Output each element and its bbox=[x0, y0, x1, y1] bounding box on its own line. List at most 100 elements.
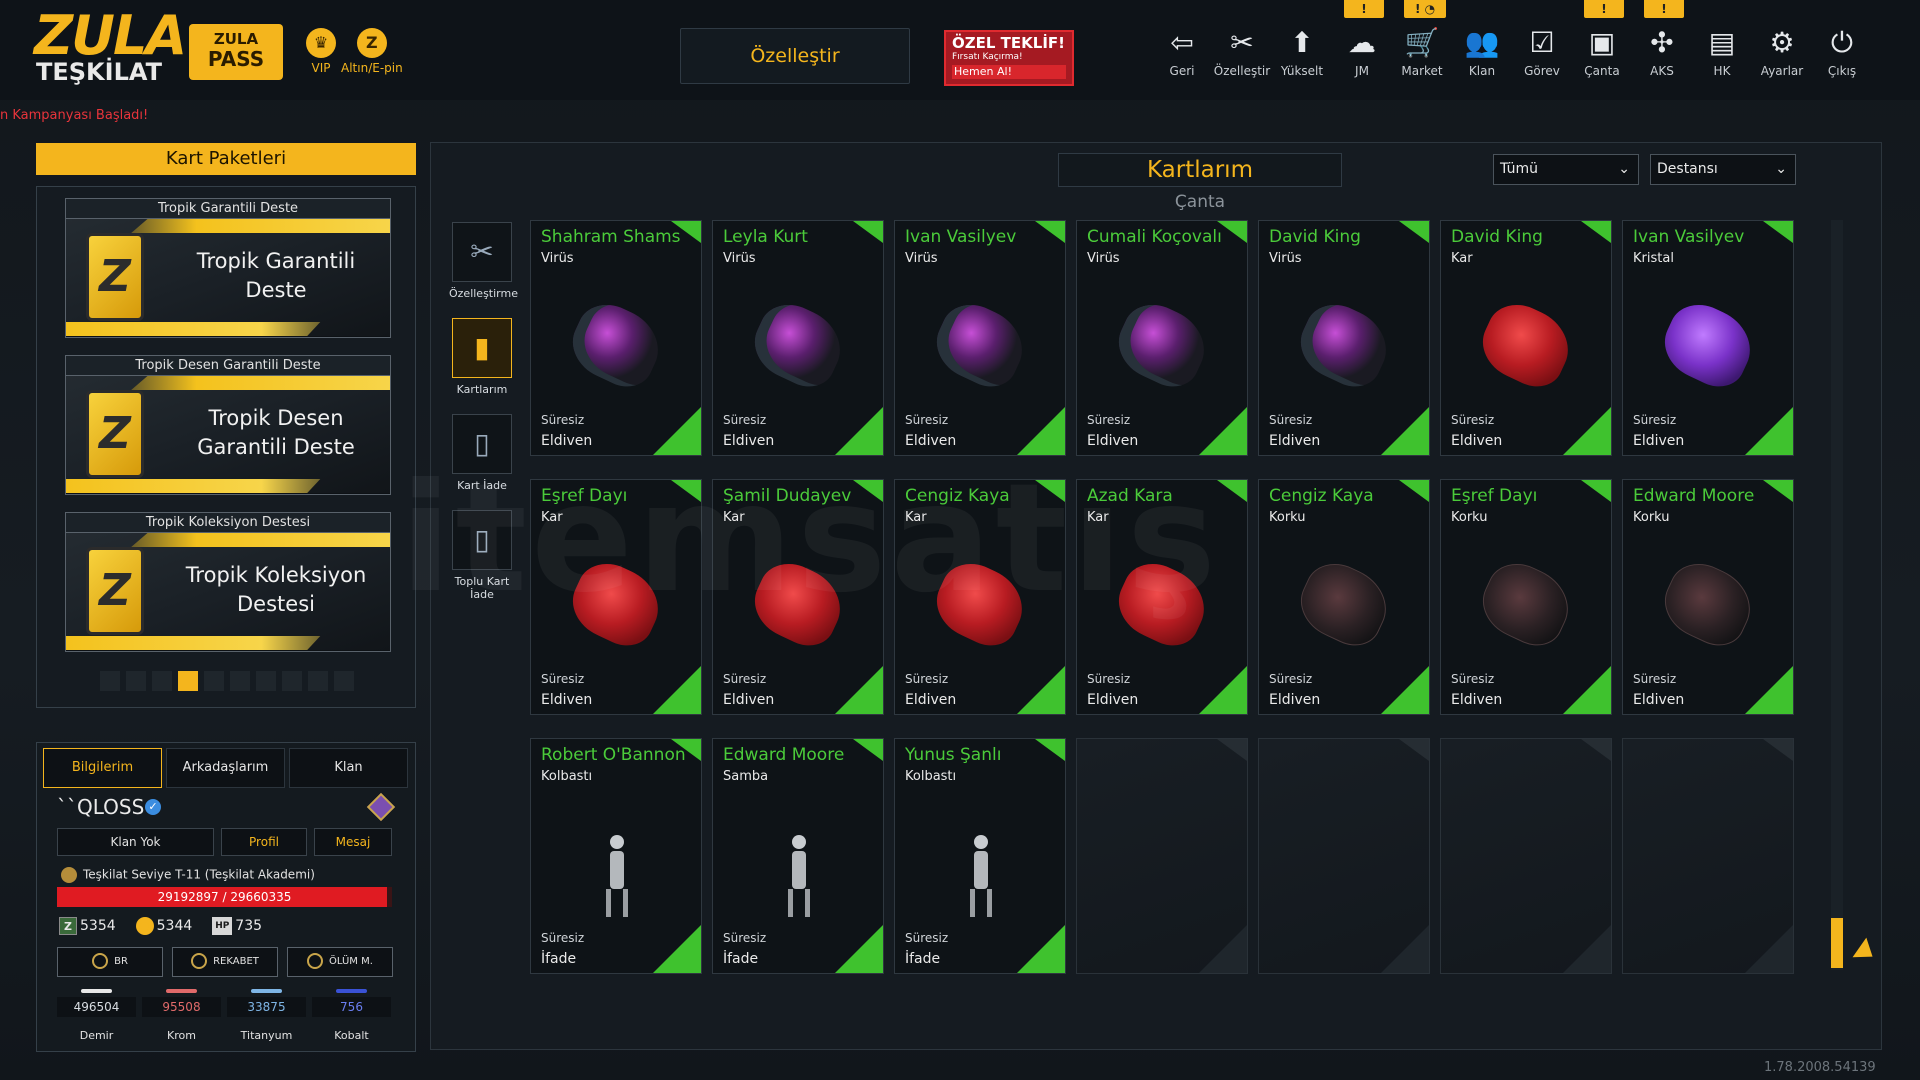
item-card[interactable]: Leyla Kurt Virüs Süresiz Eldiven bbox=[712, 220, 884, 456]
card-item-type: Eldiven bbox=[541, 433, 593, 449]
item-card[interactable]: Edward Moore Samba Süresiz İfade bbox=[712, 738, 884, 974]
message-button[interactable]: Mesaj bbox=[314, 828, 392, 856]
card-category: Kar bbox=[1451, 251, 1473, 266]
scrollbar-track[interactable] bbox=[1831, 220, 1843, 970]
nav-tools[interactable]: ✂ Özelleştir bbox=[1214, 24, 1270, 78]
item-card[interactable]: Edward Moore Korku Süresiz Eldiven bbox=[1622, 479, 1794, 715]
pack-page-dot[interactable] bbox=[256, 671, 276, 691]
tool-label: Kartlarım bbox=[456, 383, 508, 396]
xp-text: 29192897 / 29660335 bbox=[157, 890, 292, 904]
gold-coin-balance: ● 5344 bbox=[135, 917, 192, 935]
card-item-type: Eldiven bbox=[905, 433, 957, 449]
item-card[interactable]: Robert O'Bannon Kolbastı Süresiz İfade bbox=[530, 738, 702, 974]
nav-clan[interactable]: 👥 Klan bbox=[1454, 24, 1510, 78]
filter-type-dropdown[interactable]: Tümü ⌄ bbox=[1493, 154, 1639, 185]
special-offer-button[interactable]: ÖZEL TEKLİF! Fırsatı Kaçırma! Hemen Al! bbox=[944, 30, 1074, 86]
tab-bilgilerim[interactable]: Bilgilerim bbox=[43, 748, 162, 788]
mode-br-button[interactable]: BR bbox=[57, 947, 163, 977]
scrollbar-thumb[interactable] bbox=[1831, 918, 1843, 968]
pack-stripe bbox=[66, 322, 321, 336]
card-duration: Süresiz bbox=[905, 931, 949, 945]
card-duration: Süresiz bbox=[1633, 413, 1677, 427]
pack-page-dot[interactable] bbox=[230, 671, 250, 691]
pack-page-dot[interactable] bbox=[308, 671, 328, 691]
card-item-type: Eldiven bbox=[1451, 692, 1503, 708]
nav-coins[interactable]: ☁ JM bbox=[1334, 24, 1390, 78]
material-color-bar bbox=[251, 989, 282, 993]
pack-tropik-garantili[interactable]: Tropik Garantili Deste Z Tropik Garantil… bbox=[65, 198, 391, 338]
card-rarity-triangle bbox=[1745, 925, 1793, 973]
card-rarity-triangle bbox=[653, 925, 701, 973]
item-card[interactable]: Ivan Vasilyev Kristal Süresiz Eldiven bbox=[1622, 220, 1794, 456]
nav-power[interactable]: ⏻ Çıkış bbox=[1814, 24, 1870, 78]
tab-arkadaslarim[interactable]: Arkadaşlarım bbox=[166, 748, 285, 788]
nav-back[interactable]: ⇦ Geri bbox=[1154, 24, 1210, 78]
nav-upgrade[interactable]: ⬆ Yükselt bbox=[1274, 24, 1330, 78]
pack-tropik-desen-garantili[interactable]: Tropik Desen Garantili Deste Z Tropik De… bbox=[65, 355, 391, 495]
card-duration: Süresiz bbox=[905, 413, 949, 427]
card-character-name: Eşref Dayı bbox=[1451, 486, 1538, 506]
mode-buttons: BR REKABET ÖLÜM M. bbox=[57, 947, 393, 977]
item-card[interactable]: Eşref Dayı Korku Süresiz Eldiven bbox=[1440, 479, 1612, 715]
mode-olum-button[interactable]: ÖLÜM M. bbox=[287, 947, 393, 977]
pack-page-dot[interactable] bbox=[100, 671, 120, 691]
profile-button[interactable]: Profil bbox=[221, 828, 307, 856]
vip-button[interactable]: ♛ VIP bbox=[306, 28, 336, 75]
pack-stripe bbox=[66, 479, 321, 493]
tab-klan[interactable]: Klan bbox=[289, 748, 408, 788]
item-card[interactable]: Yunus Şanlı Kolbastı Süresiz İfade bbox=[894, 738, 1066, 974]
pack-page-dot[interactable] bbox=[204, 671, 224, 691]
aks-icon: ✣ bbox=[1650, 26, 1674, 59]
offer-title: ÖZEL TEKLİF! bbox=[952, 34, 1065, 52]
card-rarity-triangle bbox=[1017, 925, 1065, 973]
card-item-type: İfade bbox=[541, 951, 577, 967]
item-card[interactable]: Cengiz Kaya Korku Süresiz Eldiven bbox=[1258, 479, 1430, 715]
customize-button[interactable]: Özelleştir bbox=[680, 28, 910, 84]
gold-epin-button[interactable]: Z Altın/E-pin bbox=[341, 28, 403, 75]
filter-rarity-value: Destansı bbox=[1657, 161, 1718, 177]
item-card[interactable]: David King Virüs Süresiz Eldiven bbox=[1258, 220, 1430, 456]
nav-bag[interactable]: ▣ Çanta bbox=[1574, 24, 1630, 78]
card-rarity-triangle bbox=[1381, 666, 1429, 714]
mode-rekabet-button[interactable]: REKABET bbox=[172, 947, 278, 977]
zula-pass-button[interactable]: ZULA PASS bbox=[189, 24, 283, 80]
pack-page-dot[interactable] bbox=[126, 671, 146, 691]
item-card[interactable]: Shahram Shams Virüs Süresiz Eldiven bbox=[530, 220, 702, 456]
glove-icon bbox=[561, 294, 671, 396]
emote-figure-icon bbox=[961, 835, 1001, 919]
materials-row: 496504 Demir 95508 Krom 33875 Titanyum 7… bbox=[57, 989, 391, 1042]
pack-page-dot[interactable] bbox=[282, 671, 302, 691]
pack-card-icon: Z bbox=[86, 547, 144, 635]
item-card[interactable]: Ivan Vasilyev Virüs Süresiz Eldiven bbox=[894, 220, 1066, 456]
pack-page-dot[interactable] bbox=[178, 671, 198, 691]
material-name: Demir bbox=[79, 1029, 114, 1042]
zula-pass-line1: ZULA bbox=[213, 30, 259, 48]
nav-label: Geri bbox=[1169, 64, 1195, 78]
pack-page-dot[interactable] bbox=[152, 671, 172, 691]
nav-wallet[interactable]: ▤ HK bbox=[1694, 24, 1750, 78]
tool-my-cards[interactable]: ▮ Kartlarım bbox=[449, 318, 515, 396]
card-category: Virüs bbox=[723, 251, 756, 266]
pack-tropik-koleksiyon[interactable]: Tropik Koleksiyon Destesi Z Tropik Kolek… bbox=[65, 512, 391, 652]
filter-type-value: Tümü bbox=[1500, 161, 1539, 177]
nav-cart[interactable]: 🛒 Market bbox=[1394, 24, 1450, 78]
item-card[interactable]: Cumali Koçovalı Virüs Süresiz Eldiven bbox=[1076, 220, 1248, 456]
clan-none-button[interactable]: Klan Yok bbox=[57, 828, 214, 856]
card-rarity-corner bbox=[1035, 221, 1065, 243]
gold-coin-icon: ● bbox=[135, 917, 154, 935]
campaign-ticker[interactable]: n Kampanyası Başladı! bbox=[0, 108, 148, 123]
nav-label: JM bbox=[1355, 64, 1369, 78]
card-rarity-triangle bbox=[1745, 666, 1793, 714]
filter-rarity-dropdown[interactable]: Destansı ⌄ bbox=[1650, 154, 1796, 185]
nav-task[interactable]: ☑ Görev bbox=[1514, 24, 1570, 78]
pack-page-dot[interactable] bbox=[334, 671, 354, 691]
card-rarity-triangle bbox=[1563, 407, 1611, 455]
card-category: Korku bbox=[1451, 510, 1488, 525]
nav-aks[interactable]: ✣ AKS bbox=[1634, 24, 1690, 78]
zula-logo[interactable]: ZULA TEŞKİLAT bbox=[34, 8, 187, 92]
item-card[interactable]: David King Kar Süresiz Eldiven bbox=[1440, 220, 1612, 456]
watermark: itemsatış bbox=[400, 452, 1221, 626]
nav-gear[interactable]: ⚙ Ayarlar bbox=[1754, 24, 1810, 78]
tool-customize[interactable]: ✂ Özelleştirme bbox=[449, 222, 518, 300]
gear-icon: ⚙ bbox=[1769, 26, 1795, 59]
